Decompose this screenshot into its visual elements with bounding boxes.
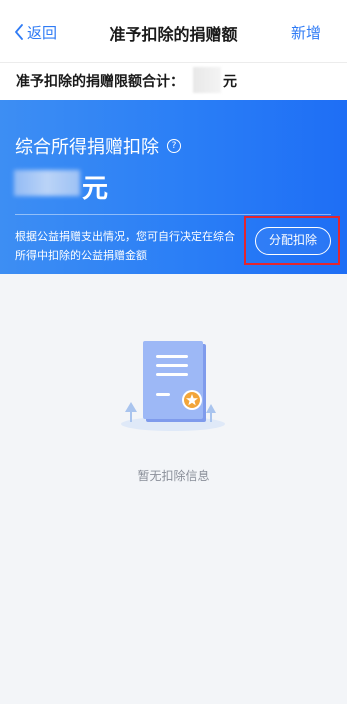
banner-title: 综合所得捐赠扣除	[15, 137, 159, 158]
add-button[interactable]: 新增	[291, 22, 321, 43]
deduction-limit-row: 准予扣除的捐赠限额合计： 元	[0, 62, 347, 101]
limit-unit: 元	[223, 74, 237, 90]
amount-unit: 元	[82, 174, 109, 204]
nav-bar: 返回 准予扣除的捐赠额 新增	[0, 0, 347, 62]
limit-amount-redacted	[193, 67, 221, 93]
empty-message: 暂无扣除信息	[137, 469, 210, 483]
banner-description: 根据公益捐赠支出情况，您可自行决定在综合所得中扣除的公益捐赠金额	[15, 230, 235, 262]
banner-title-wrap: 综合所得捐赠扣除 ?	[15, 133, 181, 159]
empty-document-illustration	[121, 341, 225, 431]
highlight-box	[244, 216, 340, 265]
limit-label: 准予扣除的捐赠限额合计：	[16, 74, 184, 90]
help-icon[interactable]: ?	[167, 139, 181, 153]
divider	[15, 214, 331, 215]
amount-redacted	[14, 170, 80, 196]
